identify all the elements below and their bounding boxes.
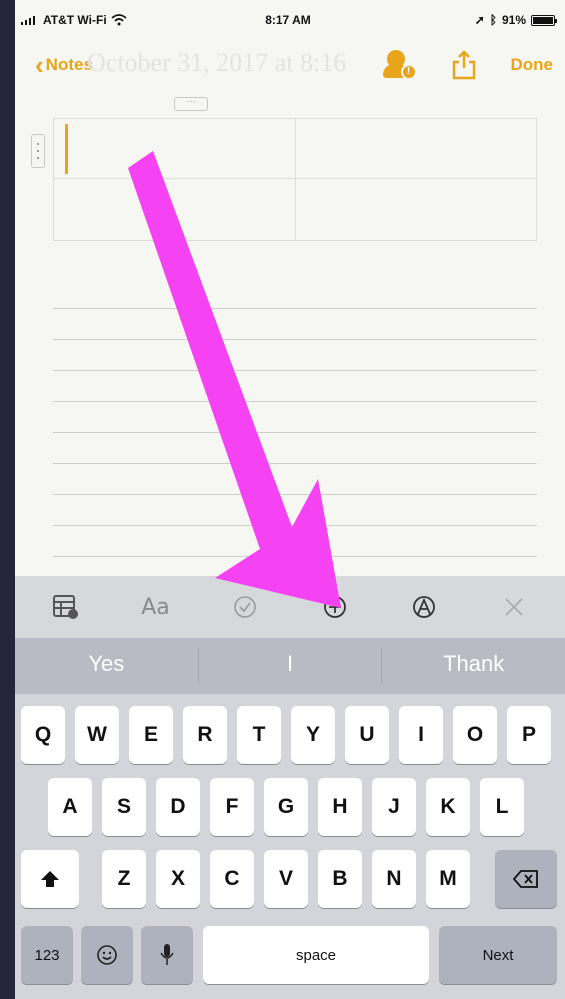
back-button[interactable]: ‹ Notes [35,52,93,78]
column-handle[interactable]: ··· [174,97,208,111]
note-line [53,339,537,370]
key-g[interactable]: G [264,778,308,836]
location-icon: ➚ [474,13,485,27]
key-n[interactable]: N [372,850,416,908]
sketch-button[interactable] [402,585,446,629]
suggestion-item[interactable]: Yes [15,638,198,694]
key-e[interactable]: E [129,706,173,764]
predictive-bar: Yes I Thank [15,638,565,694]
note-line [53,370,537,401]
chevron-left-icon: ‹ [35,50,44,80]
table-row [53,178,537,241]
note-title-ghost: October 31, 2017 at 8:16 [87,48,347,77]
bluetooth-icon: ᛒ [489,13,497,27]
note-lines [53,308,537,587]
add-icon [323,596,346,618]
suggestion-item[interactable]: Thank [382,638,565,694]
table-cell[interactable] [294,118,537,179]
share-icon[interactable] [451,50,477,80]
checklist-icon [234,596,256,618]
delete-key[interactable] [495,850,557,908]
key-w[interactable]: W [75,706,119,764]
note-line [53,308,537,339]
shift-key[interactable] [21,850,79,908]
collab-badge: ! [400,64,417,80]
key-s[interactable]: S [102,778,146,836]
microphone-icon [160,944,174,965]
note-line [53,463,537,494]
note-table [53,118,537,241]
text-style-button[interactable]: Aa [133,585,177,629]
key-h[interactable]: H [318,778,362,836]
navigation-bar: October 31, 2017 at 8:16 ‹ Notes ! Done [15,40,565,90]
done-button[interactable]: Done [511,55,554,75]
key-u[interactable]: U [345,706,389,764]
table-cell[interactable] [294,178,537,241]
dictation-key[interactable] [141,926,193,984]
drag-dots [37,143,39,161]
key-p[interactable]: P [507,706,551,764]
text-style-icon: Aa [141,594,170,620]
table-row [53,118,537,179]
add-button[interactable] [313,585,357,629]
key-k[interactable]: K [426,778,470,836]
key-t[interactable]: T [237,706,281,764]
keyboard: Q W E R T Y U I O P A S D F G H J K L Z … [15,694,565,999]
emoji-icon [97,945,117,965]
battery-percent: 91% [501,13,526,27]
status-right: ➚ ᛒ 91% [415,13,557,27]
key-m[interactable]: M [426,850,470,908]
status-time: 8:17 AM [265,13,311,27]
signal-icon [21,16,35,25]
wifi-icon [111,14,127,26]
backspace-icon [513,870,538,888]
key-q[interactable]: Q [21,706,65,764]
key-b[interactable]: B [318,850,362,908]
status-left: AT&T Wi-Fi [21,13,221,27]
key-f[interactable]: F [210,778,254,836]
key-r[interactable]: R [183,706,227,764]
dismiss-toolbar-button[interactable] [492,585,536,629]
text-cursor [65,124,68,174]
back-label: Notes [45,55,93,74]
key-o[interactable]: O [453,706,497,764]
note-line [53,432,537,463]
carrier-label: AT&T Wi-Fi [43,13,107,27]
close-icon [505,598,523,616]
nav-actions: ! Done [382,50,554,80]
note-line [53,525,537,556]
key-z[interactable]: Z [102,850,146,908]
emoji-key[interactable] [81,926,133,984]
status-bar: AT&T Wi-Fi 8:17 AM ➚ ᛒ 91% [15,0,565,40]
numbers-key[interactable]: 123 [21,926,73,984]
key-c[interactable]: C [210,850,254,908]
phone-screen: AT&T Wi-Fi 8:17 AM ➚ ᛒ 91% October 31, 2… [15,0,565,999]
note-line [53,401,537,432]
key-d[interactable]: D [156,778,200,836]
add-people-button[interactable]: ! [382,50,417,80]
screenshot-root: AT&T Wi-Fi 8:17 AM ➚ ᛒ 91% October 31, 2… [0,0,565,999]
format-toolbar: Aa [15,576,565,638]
space-key[interactable]: space [203,926,429,984]
table-icon [52,595,78,619]
note-line [53,494,537,525]
key-x[interactable]: X [156,850,200,908]
key-i[interactable]: I [399,706,443,764]
row-handle[interactable] [31,134,45,168]
key-j[interactable]: J [372,778,416,836]
table-cell[interactable] [53,118,296,179]
key-v[interactable]: V [264,850,308,908]
key-a[interactable]: A [48,778,92,836]
key-y[interactable]: Y [291,706,335,764]
checklist-button[interactable] [223,585,267,629]
battery-icon [531,14,557,26]
table-button[interactable] [44,585,88,629]
sketch-icon [413,596,436,618]
suggestion-item[interactable]: I [199,638,382,694]
table-cell[interactable] [53,178,296,241]
next-key[interactable]: Next [439,926,557,984]
shift-icon [41,871,59,887]
key-l[interactable]: L [480,778,524,836]
